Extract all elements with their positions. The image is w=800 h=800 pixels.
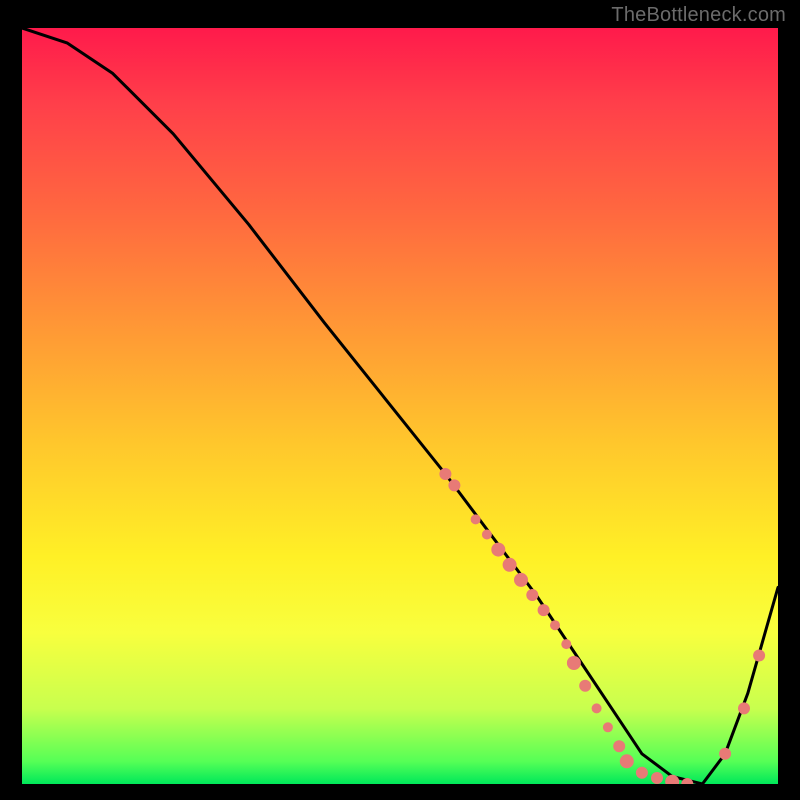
chart-container: TheBottleneck.com — [0, 0, 800, 800]
scatter-point — [620, 754, 634, 768]
scatter-point — [561, 639, 571, 649]
scatter-point — [719, 748, 731, 760]
scatter-point — [514, 573, 528, 587]
scatter-point — [738, 702, 750, 714]
scatter-point — [471, 514, 481, 524]
scatter-point — [579, 680, 591, 692]
scatter-point — [491, 543, 505, 557]
scatter-point — [550, 620, 560, 630]
scatter-point — [448, 479, 460, 491]
scatter-point — [526, 589, 538, 601]
scatter-point — [592, 703, 602, 713]
scatter-point — [503, 558, 517, 572]
scatter-point — [613, 740, 625, 752]
scatter-points — [439, 468, 765, 784]
curve-line — [22, 28, 778, 784]
scatter-point — [439, 468, 451, 480]
chart-svg — [22, 28, 778, 784]
scatter-point — [538, 604, 550, 616]
scatter-point — [636, 767, 648, 779]
scatter-point — [753, 650, 765, 662]
watermark-text: TheBottleneck.com — [611, 4, 786, 27]
scatter-point — [482, 530, 492, 540]
scatter-point — [651, 772, 663, 784]
plot-area — [22, 28, 778, 784]
scatter-point — [567, 656, 581, 670]
scatter-point — [603, 722, 613, 732]
